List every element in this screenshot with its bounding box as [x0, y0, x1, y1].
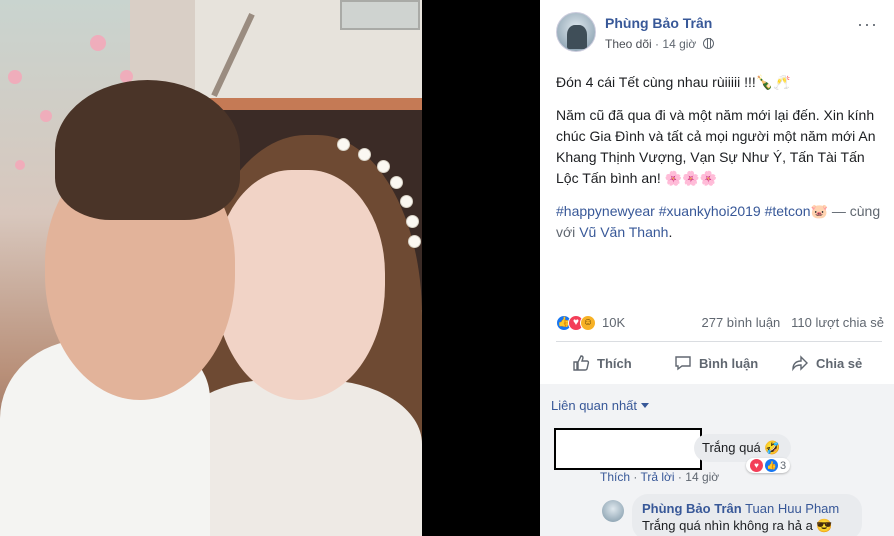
like-reaction-icon: 👍 — [765, 459, 778, 472]
chevron-down-icon — [641, 403, 650, 408]
reply-tag[interactable]: Tuan Huu Pham — [745, 501, 839, 516]
woman-face — [215, 170, 385, 400]
redacted-commenter — [554, 428, 702, 470]
hashtags[interactable]: #happynewyear #xuankyhoi2019 #tetcon🐷 — [556, 203, 828, 219]
reaction-count[interactable]: 10K — [602, 315, 625, 330]
pearl — [337, 138, 350, 151]
reactions-summary[interactable]: 👍 ♥ ☺ 10K 277 bình luận 110 lượt chia sẻ — [556, 312, 886, 334]
like-label: Thích — [597, 355, 632, 371]
haha-reaction-icon: ☺ — [580, 315, 596, 331]
post-panel: Phùng Bảo Trân Theo dõi · 14 giờ ··· Đón… — [540, 0, 894, 536]
photo-viewer[interactable] — [0, 0, 540, 536]
shares-count[interactable]: 110 lượt chia sẻ — [791, 315, 884, 330]
photo-ac-unit — [340, 0, 420, 30]
reply-author[interactable]: Phùng Bảo Trân — [642, 501, 742, 516]
comment-time[interactable]: 14 giờ — [685, 470, 719, 484]
reply-bubble: Phùng Bảo Trân Tuan Huu Pham Trắng quá n… — [632, 494, 862, 536]
post-header: Phùng Bảo Trân Theo dõi · 14 giờ ··· — [556, 12, 884, 56]
share-button[interactable]: Chia sẻ — [791, 346, 862, 380]
pearl — [406, 215, 419, 228]
globe-icon — [702, 38, 714, 49]
post-tags: #happynewyear #xuankyhoi2019 #tetcon🐷 — … — [556, 201, 886, 243]
post-line-2: Năm cũ đã qua đi và một năm mới lại đến.… — [556, 107, 876, 186]
more-horizontal-icon[interactable]: ··· — [857, 14, 878, 35]
love-reaction-icon: ♥ — [750, 459, 763, 472]
post-body: Đón 4 cái Tết cùng nhau rùiiiii !!!🍾🥂 Nă… — [556, 72, 886, 255]
follow-link[interactable]: Theo dõi — [605, 37, 652, 51]
post-line-1: Đón 4 cái Tết cùng nhau rùiiiii !!!🍾🥂 — [556, 74, 791, 90]
comment-like-link[interactable]: Thích — [600, 470, 630, 484]
pearl — [400, 195, 413, 208]
blossom — [40, 110, 52, 122]
like-button[interactable]: Thích — [572, 346, 632, 380]
blossom — [90, 35, 106, 51]
comment-sort-dropdown[interactable]: Liên quan nhất — [551, 398, 650, 413]
pearl — [377, 160, 390, 173]
author-avatar[interactable] — [556, 12, 596, 52]
post-photo[interactable] — [0, 0, 422, 536]
divider — [556, 341, 882, 342]
blossom — [15, 160, 25, 170]
comments-count[interactable]: 277 bình luận — [701, 315, 780, 330]
share-arrow-icon — [791, 354, 809, 372]
blossom — [8, 70, 22, 84]
tags-period: . — [668, 224, 673, 240]
post-time[interactable]: 14 giờ — [662, 37, 696, 51]
comment-reply-link[interactable]: Trả lời — [640, 470, 674, 484]
comment-button[interactable]: Bình luận — [674, 346, 758, 380]
comment-share-counts: 277 bình luận 110 lượt chia sẻ — [701, 315, 884, 330]
comment-label: Bình luận — [699, 355, 759, 371]
comment-reactions[interactable]: ♥ 👍 3 — [746, 458, 791, 473]
tagged-person-link[interactable]: Vũ Văn Thanh — [579, 224, 668, 240]
sort-label: Liên quan nhất — [551, 398, 638, 413]
comment-reaction-count: 3 — [780, 459, 787, 472]
thumbs-up-icon — [572, 354, 590, 372]
speech-bubble-icon — [674, 354, 692, 372]
post-meta: Theo dõi · 14 giờ — [605, 37, 714, 51]
reply-avatar[interactable] — [602, 500, 624, 522]
reply-text: Trắng quá nhìn không ra hả a 😎 — [642, 518, 833, 533]
pearl — [390, 176, 403, 189]
comment-meta: Thích · Trả lời · 14 giờ — [600, 470, 719, 484]
pearl — [358, 148, 371, 161]
share-label: Chia sẻ — [816, 355, 863, 371]
action-bar: Thích Bình luận Chia sẻ — [556, 346, 882, 380]
pearl — [408, 235, 421, 248]
avatar-figure — [567, 25, 587, 49]
man-hair — [55, 80, 240, 220]
author-name[interactable]: Phùng Bảo Trân — [605, 15, 712, 31]
